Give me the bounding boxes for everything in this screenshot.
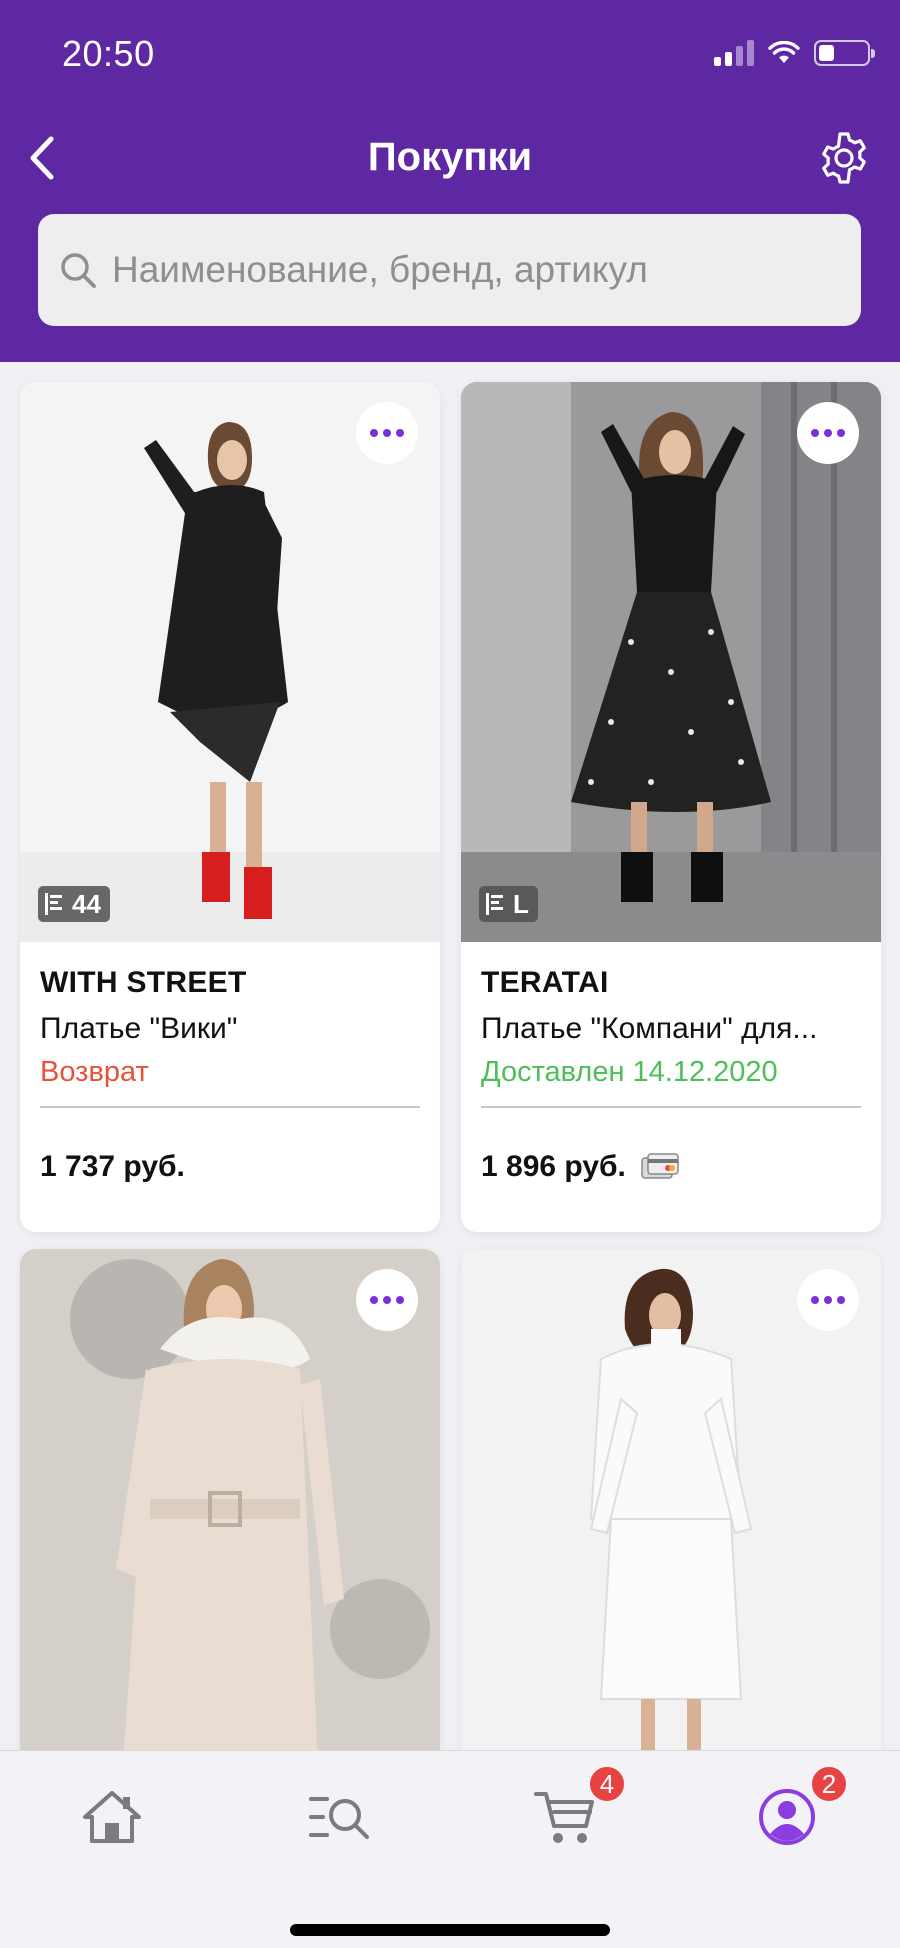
- product-card[interactable]: 44 WITH STREET Платье "Вики" Возврат 1 7…: [20, 382, 440, 1232]
- product-price-row: 1 896 руб.: [481, 1150, 680, 1184]
- size-value: 44: [72, 888, 101, 919]
- product-name: Платье "Компани" для...: [481, 1012, 818, 1045]
- search-bar[interactable]: [38, 214, 861, 326]
- search-input[interactable]: [112, 249, 832, 291]
- product-name: Платье "Вики": [40, 1012, 238, 1045]
- product-price: 1 896 руб.: [481, 1150, 626, 1183]
- tab-cart[interactable]: 4: [525, 1764, 627, 1857]
- product-image: [20, 1249, 440, 1750]
- order-status: Доставлен 14.12.2020: [481, 1056, 778, 1088]
- size-icon: [486, 893, 503, 915]
- size-badge: L: [479, 886, 538, 922]
- product-card[interactable]: [461, 1249, 881, 1750]
- tab-profile[interactable]: 2: [747, 1764, 849, 1857]
- product-image: [461, 1249, 881, 1750]
- divider: [481, 1106, 861, 1108]
- home-icon: [83, 1791, 141, 1843]
- order-status: Возврат: [40, 1056, 149, 1088]
- size-icon: [45, 893, 62, 915]
- product-card[interactable]: L TERATAI Платье "Компани" для... Достав…: [461, 382, 881, 1232]
- status-bar-icons: [714, 40, 875, 66]
- home-indicator: [290, 1924, 610, 1936]
- more-options-button[interactable]: [797, 402, 859, 464]
- product-price-row: 1 737 руб.: [40, 1150, 185, 1184]
- gear-icon: [822, 132, 866, 184]
- page-title: Покупки: [367, 135, 533, 179]
- more-options-button[interactable]: [797, 1269, 859, 1331]
- product-image: L: [461, 382, 881, 942]
- cellular-signal-icon: [714, 40, 754, 66]
- cart-badge: 4: [587, 1764, 627, 1804]
- more-options-button[interactable]: [356, 402, 418, 464]
- divider: [40, 1106, 420, 1108]
- tab-bar: 4 2: [0, 1750, 900, 1948]
- tab-catalog[interactable]: [300, 1777, 380, 1857]
- more-options-button[interactable]: [356, 1269, 418, 1331]
- payment-card-icon: [641, 1153, 679, 1179]
- wifi-icon: [768, 41, 800, 63]
- product-brand: TERATAI: [481, 966, 609, 999]
- tab-home[interactable]: [72, 1777, 152, 1857]
- purchases-grid: 44 WITH STREET Платье "Вики" Возврат 1 7…: [0, 362, 900, 1750]
- cart-icon: [534, 1792, 594, 1843]
- search-icon: [56, 248, 100, 292]
- product-card[interactable]: [20, 1249, 440, 1750]
- size-badge: 44: [38, 886, 110, 922]
- status-bar-time: 20:50: [62, 33, 155, 74]
- product-price: 1 737 руб.: [40, 1150, 185, 1183]
- app-header: 20:50 Покупки: [0, 0, 900, 362]
- settings-button[interactable]: [814, 128, 874, 188]
- profile-icon: [759, 1789, 815, 1845]
- product-brand: WITH STREET: [40, 966, 247, 999]
- battery-icon: [814, 40, 875, 66]
- size-value: L: [513, 888, 529, 919]
- catalog-search-icon: [309, 1797, 369, 1839]
- product-image: 44: [20, 382, 440, 942]
- product-photo: [461, 382, 881, 942]
- product-photo: [20, 382, 440, 942]
- profile-badge: 2: [809, 1764, 849, 1804]
